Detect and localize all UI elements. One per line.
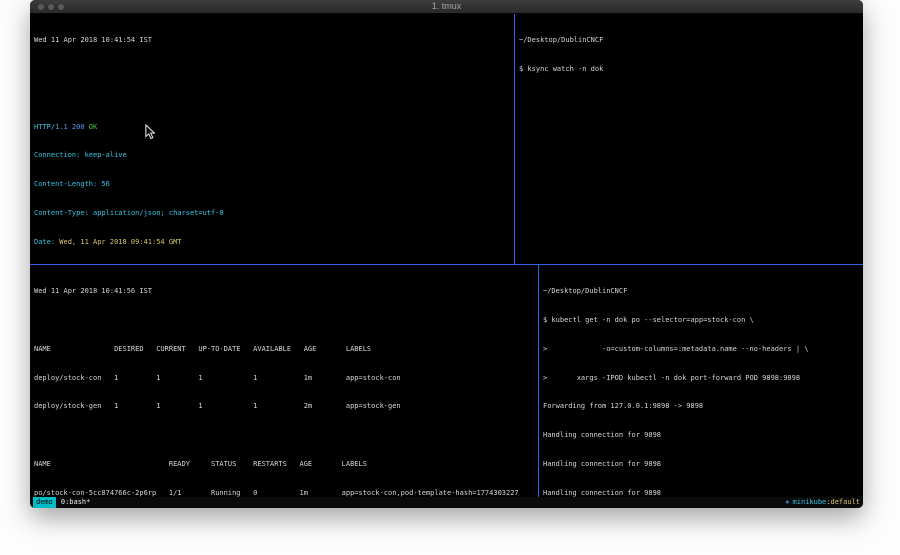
pane-kubectl-get[interactable]: Wed 11 Apr 2018 10:41:56 IST NAME DESIRE… <box>30 265 538 497</box>
window-titlebar[interactable]: 1. tmux <box>30 0 863 14</box>
http-header-line: Content-Type: application/json; charset=… <box>34 209 510 219</box>
zoom-button-icon[interactable] <box>58 4 64 10</box>
mouse-pointer-icon <box>145 124 155 140</box>
traffic-lights <box>38 4 64 10</box>
handling-connection-line: Handling connection for 9898 <box>543 489 859 497</box>
header-name: Date: <box>34 238 55 246</box>
cwd-line: ~/Desktop/DublinCNCF <box>543 287 859 297</box>
header-value: 56 <box>97 180 110 188</box>
header-value: application/json; charset=utf-8 <box>89 209 224 217</box>
http-reason: OK <box>89 123 97 131</box>
kubernetes-helm-icon: ⎈ <box>785 497 789 508</box>
command-line: $ kubectl get -n dok po --selector=app=s… <box>543 316 859 326</box>
header-value: keep-alive <box>80 151 126 159</box>
handling-connection-line: Handling connection for 9898 <box>543 460 859 470</box>
header-name: Content-Type: <box>34 209 89 217</box>
blank-line <box>34 316 534 326</box>
timestamp-text: Wed 11 Apr 2018 10:41:54 IST <box>34 36 152 44</box>
header-name: Connection: <box>34 151 80 159</box>
pane-port-forward[interactable]: ~/Desktop/DublinCNCF $ kubectl get -n do… <box>539 265 863 497</box>
http-header-line: Date: Wed, 11 Apr 2018 09:41:54 GMT <box>34 238 510 248</box>
kube-context: minikube <box>793 497 827 508</box>
deployment-row: deploy/stock-gen 1 1 1 1 2m app=stock-ge… <box>34 402 534 412</box>
http-status-line: HTTP/1.1 200 OK <box>34 123 510 133</box>
kube-namespace: default <box>830 497 860 508</box>
minimize-button-icon[interactable] <box>48 4 54 10</box>
terminal-window: 1. tmux Wed 11 Apr 2018 10:41:54 IST HTT… <box>30 0 863 508</box>
blank-line <box>34 94 510 104</box>
pane-http-response[interactable]: Wed 11 Apr 2018 10:41:54 IST HTTP/1.1 20… <box>30 14 514 264</box>
http-protocol: HTTP/ <box>34 123 55 131</box>
deployment-row: deploy/stock-con 1 1 1 1 1m app=stock-co… <box>34 374 534 384</box>
cwd-line: ~/Desktop/DublinCNCF <box>519 36 859 46</box>
header-value: Wed, 11 Apr 2018 09:41:54 GMT <box>55 238 181 246</box>
handling-connection-line: Handling connection for 9898 <box>543 431 859 441</box>
timestamp-text: Wed 11 Apr 2018 10:41:56 IST <box>34 287 152 295</box>
pod-row: po/stock-con-5cc874766c-2p6rp 1/1 Runnin… <box>34 489 534 497</box>
close-button-icon[interactable] <box>38 4 44 10</box>
cwd-text: ~/Desktop/DublinCNCF <box>543 287 627 295</box>
tmux-session: Wed 11 Apr 2018 10:41:54 IST HTTP/1.1 20… <box>30 14 863 497</box>
tmux-status-bar: demo 0:bash* ⎈ minikube : default <box>30 497 863 508</box>
pane-ksync[interactable]: ~/Desktop/DublinCNCF $ ksync watch -n do… <box>515 14 863 264</box>
deployments-header-row: NAME DESIRED CURRENT UP-TO-DATE AVAILABL… <box>34 345 534 355</box>
command-line: $ ksync watch -n dok <box>519 65 859 75</box>
command-text: $ ksync watch -n dok <box>519 65 603 73</box>
blank-line <box>34 431 534 441</box>
status-right: ⎈ minikube : default <box>785 497 860 508</box>
pods-header-row: NAME READY STATUS RESTARTS AGE LABELS <box>34 460 534 470</box>
header-name: Content-Length: <box>34 180 97 188</box>
terminal-line: Wed 11 Apr 2018 10:41:54 IST <box>34 36 510 46</box>
status-left: demo 0:bash* <box>33 497 90 508</box>
blank-line <box>34 65 510 75</box>
command-continuation-line: > -o=custom-columns=:metadata.name --no-… <box>543 345 859 355</box>
pane-divider-vertical-top[interactable] <box>514 14 515 264</box>
http-version-code: 1.1 200 <box>55 123 89 131</box>
window-title: 1. tmux <box>30 0 863 13</box>
timestamp-line: Wed 11 Apr 2018 10:41:56 IST <box>34 287 534 297</box>
forwarding-line: Forwarding from 127.0.0.1:9898 -> 9898 <box>543 402 859 412</box>
cwd-text: ~/Desktop/DublinCNCF <box>519 36 603 44</box>
command-continuation-line: > xargs -IPOD kubectl -n dok port-forwar… <box>543 374 859 384</box>
http-header-line: Content-Length: 56 <box>34 180 510 190</box>
window-tab[interactable]: 0:bash* <box>61 497 91 508</box>
http-header-line: Connection: keep-alive <box>34 151 510 161</box>
desktop: 1. tmux Wed 11 Apr 2018 10:41:54 IST HTT… <box>0 0 900 555</box>
session-name-badge[interactable]: demo <box>33 497 56 508</box>
